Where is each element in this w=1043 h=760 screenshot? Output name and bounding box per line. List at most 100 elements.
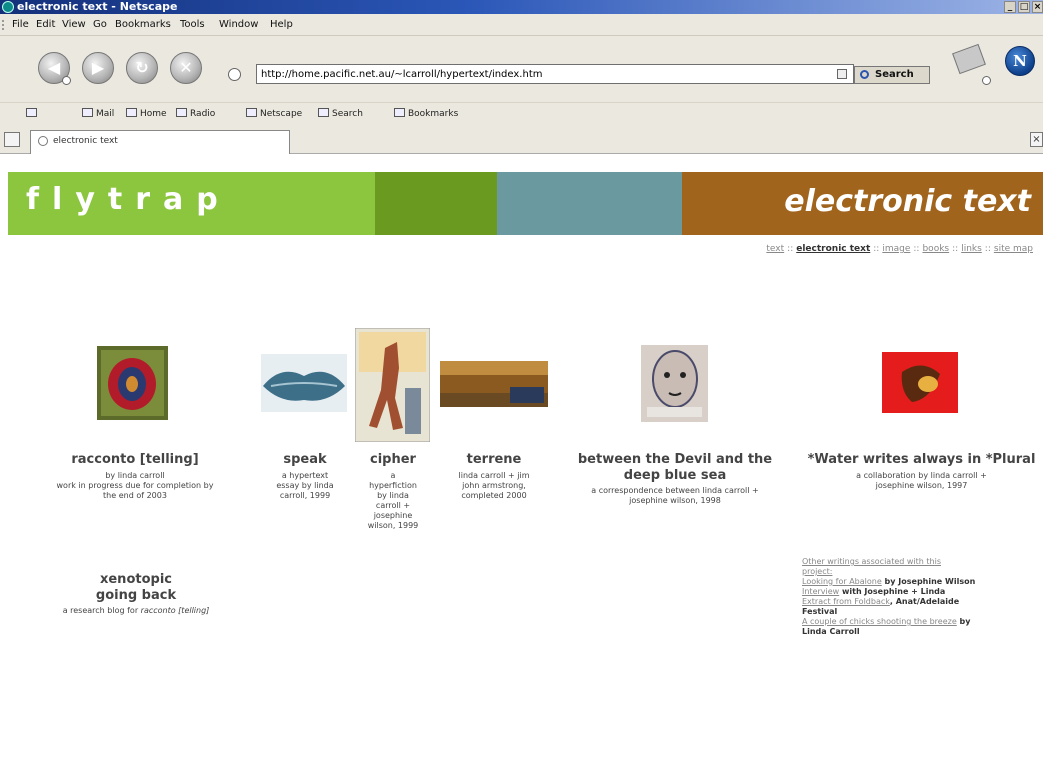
racconto-desc-3: the end of 2003 <box>103 491 167 500</box>
nav-electronic-text[interactable]: electronic text <box>796 244 870 254</box>
search-label: Search <box>875 69 914 80</box>
menu-window[interactable]: Window <box>219 19 258 30</box>
nav-text[interactable]: text <box>766 244 784 254</box>
devil-desc-2: josephine wilson, 1998 <box>629 496 721 505</box>
cipher-desc-1: a <box>390 471 396 480</box>
terrene-desc-2: john armstrong, <box>462 481 526 490</box>
mail-icon <box>82 108 93 117</box>
cipher-desc-4: carroll + <box>375 501 411 510</box>
devil-blue-sea-thumbnail[interactable] <box>641 345 708 422</box>
site-nav: text:: electronic text:: image:: books:: lin… <box>766 244 1033 254</box>
stop-button[interactable]: ✕ <box>170 52 202 84</box>
home-icon <box>126 108 137 117</box>
menu-file[interactable]: File <box>12 19 29 30</box>
menu-help[interactable]: Help <box>270 19 293 30</box>
title-bar: electronic text - Netscape _ □ × <box>0 0 1043 14</box>
forward-button[interactable]: ▶ <box>82 52 114 84</box>
tab-label: electronic text <box>53 136 118 146</box>
personal-bookmarks[interactable]: Bookmarks <box>394 108 458 119</box>
url-bar <box>256 64 854 84</box>
personal-home[interactable]: Home <box>126 108 167 119</box>
xenotopic-desc: a research blog for racconto [telling] <box>62 606 210 615</box>
back-history-dropdown[interactable] <box>62 76 71 85</box>
water-writes-title[interactable]: *Water writes always in *Plural <box>800 452 1043 468</box>
menu-bar: File Edit View Go Bookmarks Tools Window… <box>0 14 1043 36</box>
cipher-desc-5: josephine <box>373 511 413 520</box>
reload-button[interactable]: ↻ <box>126 52 158 84</box>
menu-view[interactable]: View <box>62 19 86 30</box>
terrene-desc-3: completed 2000 <box>461 491 527 500</box>
nav-image[interactable]: image <box>882 244 910 254</box>
terrene-thumbnail[interactable] <box>440 361 548 407</box>
radio-icon <box>176 108 187 117</box>
racconto-desc-2: work in progress due for completion by <box>56 481 214 490</box>
url-input[interactable] <box>261 67 821 82</box>
link-extract-foldback[interactable]: Extract from Foldback <box>802 597 890 606</box>
speak-thumbnail[interactable] <box>261 354 347 412</box>
speak-desc-2: essay by linda <box>276 481 334 490</box>
devil-title-1[interactable]: between the Devil and the <box>560 452 790 468</box>
search-icon <box>860 70 869 79</box>
new-tab-button[interactable] <box>4 132 20 147</box>
menu-bookmarks[interactable]: Bookmarks <box>115 19 171 30</box>
speak-desc-1: a hypertext <box>281 471 329 480</box>
maximize-button[interactable]: □ <box>1018 1 1030 13</box>
browser-window: electronic text - Netscape _ □ × File Ed… <box>0 0 1043 760</box>
link-interview[interactable]: Interview <box>802 587 839 596</box>
nav-site-map[interactable]: site map <box>994 244 1033 254</box>
banner-band-2 <box>375 172 497 235</box>
url-history-icon[interactable] <box>837 69 847 79</box>
section-title: electronic text <box>784 184 1031 219</box>
personal-search[interactable]: Search <box>318 108 363 119</box>
search-button[interactable]: Search <box>854 66 930 84</box>
cipher-desc-6: wilson, 1999 <box>367 521 419 530</box>
racconto-desc-1: by linda carroll <box>105 471 165 480</box>
search-small-icon <box>318 108 329 117</box>
nav-books[interactable]: books <box>922 244 949 254</box>
personal-netscape[interactable]: Netscape <box>246 108 302 119</box>
toolbar-grip-icon[interactable] <box>2 20 6 30</box>
banner-band-3 <box>497 172 682 235</box>
navigation-toolbar: ◀ ▶ ↻ ✕ Search N <box>0 36 1043 102</box>
cipher-thumbnail[interactable] <box>355 328 430 442</box>
tab-electronic-text[interactable]: electronic text <box>30 130 290 154</box>
link-couple-of-chicks[interactable]: A couple of chicks shooting the breeze <box>802 617 957 626</box>
menu-edit[interactable]: Edit <box>36 19 55 30</box>
netscape-logo-icon[interactable]: N <box>1005 46 1035 76</box>
related-heading-2: project: <box>802 567 833 576</box>
close-tab-button[interactable]: × <box>1030 132 1043 147</box>
speak-desc-3: carroll, 1999 <box>279 491 331 500</box>
close-window-button[interactable]: × <box>1032 1 1043 13</box>
cipher-title[interactable]: cipher <box>355 452 431 468</box>
print-dropdown[interactable] <box>982 76 991 85</box>
tab-bar: electronic text × <box>0 124 1043 154</box>
terrene-title[interactable]: terrene <box>444 452 544 468</box>
nav-links[interactable]: links <box>961 244 982 254</box>
page-proxy-icon[interactable] <box>228 68 241 81</box>
water-writes-thumbnail[interactable] <box>882 352 958 413</box>
cipher-desc-3: by linda <box>377 491 409 500</box>
site-banner: flytrap electronic text <box>8 172 1043 235</box>
racconto-title[interactable]: racconto [telling] <box>62 452 208 468</box>
netscape-icon <box>246 108 257 117</box>
personal-mail[interactable]: Mail <box>82 108 114 119</box>
going-back-title[interactable]: going back <box>54 588 218 604</box>
racconto-thumbnail[interactable] <box>97 346 168 420</box>
site-logo[interactable]: flytrap <box>26 182 231 217</box>
personal-toolbar-toggle-icon[interactable] <box>26 108 40 119</box>
xenotopic-title[interactable]: xenotopic <box>54 572 218 588</box>
related-heading-1: Other writings associated with this <box>802 557 941 566</box>
window-title: electronic text - Netscape <box>17 0 178 13</box>
link-looking-for-abalone[interactable]: Looking for Abalone <box>802 577 882 586</box>
print-icon[interactable] <box>952 43 986 75</box>
cipher-desc-2: hyperfiction <box>369 481 417 490</box>
devil-desc-1: a correspondence between linda carroll + <box>591 486 759 495</box>
menu-go[interactable]: Go <box>93 19 107 30</box>
devil-title-2[interactable]: deep blue sea <box>560 468 790 484</box>
minimize-button[interactable]: _ <box>1004 1 1016 13</box>
speak-title[interactable]: speak <box>271 452 339 468</box>
menu-tools[interactable]: Tools <box>180 19 205 30</box>
personal-radio[interactable]: Radio <box>176 108 215 119</box>
bookmarks-icon <box>394 108 405 117</box>
personal-toolbar: Mail Home Radio Netscape Search Bookmark… <box>0 102 1043 124</box>
